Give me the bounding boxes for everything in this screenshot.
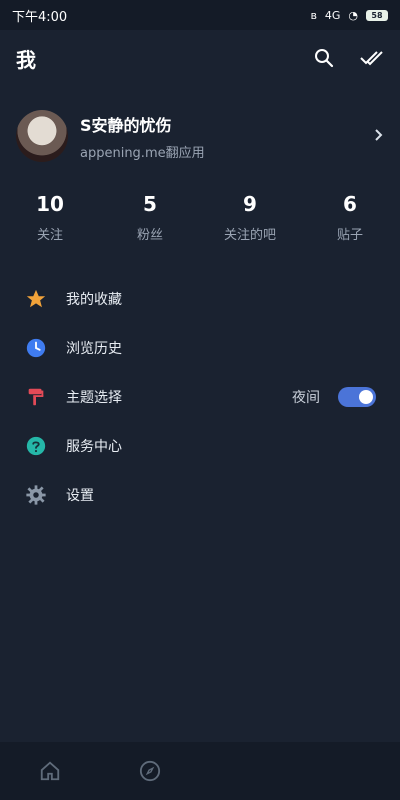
menu-label: 设置 (66, 487, 94, 504)
settings-menu: 我的收藏 浏览历史 主题选择 夜间 服务中心 设置 (0, 274, 400, 519)
stat-label: 贴子 (336, 228, 363, 243)
compass-glyph (139, 760, 161, 782)
stat-label: 粉丝 (136, 228, 163, 243)
profile-row[interactable]: S安静的忧伤 appening.me翻应用 (0, 108, 400, 164)
top-app-bar: 我 (0, 30, 400, 86)
bottom-navigation (0, 742, 400, 800)
clock-icon (24, 336, 48, 360)
clock-glyph (26, 338, 46, 357)
battery-indicator: 58 (366, 9, 388, 21)
night-mode-toggle[interactable] (338, 386, 376, 407)
home-icon[interactable] (38, 759, 62, 783)
home-glyph (40, 761, 60, 781)
stat-label: 关注 (36, 228, 63, 243)
network-label: 4G (324, 8, 341, 22)
menu-label: 浏览历史 (66, 340, 122, 357)
top-actions (312, 46, 384, 70)
profile-info: S安静的忧伤 appening.me翻应用 (80, 112, 374, 161)
stat-followers[interactable]: 5 粉丝 (105, 192, 195, 248)
nav-placeholder-1[interactable] (238, 759, 262, 783)
wifi-icon: ◔ (348, 8, 358, 22)
star-icon (24, 287, 48, 311)
search-icon[interactable] (312, 46, 336, 70)
paint-roller-icon (24, 385, 48, 409)
stats-row: 10 关注 5 粉丝 9 关注的吧 6 贴子 (0, 192, 400, 248)
gear-glyph (26, 484, 46, 505)
help-circle-icon (24, 434, 48, 458)
stat-value: 6 (343, 192, 357, 216)
toggle-knob (359, 389, 373, 404)
help-glyph (26, 436, 46, 455)
profile-subtitle: appening.me翻应用 (80, 145, 205, 161)
chevron-right-icon[interactable] (374, 127, 384, 146)
status-bar: 下午4:00 ʙ 4G ◔ 58 (0, 0, 400, 30)
menu-item-service-center[interactable]: 服务中心 (0, 421, 400, 470)
status-icons: ʙ 4G ◔ 58 (310, 9, 388, 22)
gear-icon (24, 483, 48, 507)
chevron-glyph (375, 128, 383, 141)
status-time: 下午4:00 (12, 9, 68, 25)
theme-value: 夜间 (292, 389, 320, 406)
nav-placeholder-2[interactable] (338, 759, 362, 783)
avatar[interactable] (16, 110, 68, 162)
stat-posts[interactable]: 6 贴子 (305, 192, 395, 248)
stat-value: 9 (243, 192, 257, 216)
stat-value: 5 (143, 192, 157, 216)
menu-item-theme[interactable]: 主题选择 夜间 (0, 372, 400, 421)
stat-followed-bars[interactable]: 9 关注的吧 (205, 192, 295, 248)
menu-item-settings[interactable]: 设置 (0, 470, 400, 519)
menu-label: 服务中心 (66, 438, 122, 455)
compass-icon[interactable] (138, 759, 162, 783)
paint-roller-glyph (28, 388, 44, 405)
star-glyph (26, 289, 46, 307)
menu-label: 我的收藏 (66, 291, 122, 308)
bluetooth-icon: ʙ (310, 8, 317, 22)
double-check-glyph (360, 51, 383, 66)
search-glyph (315, 49, 334, 68)
profile-name: S安静的忧伤 (80, 115, 172, 135)
double-check-icon[interactable] (360, 46, 384, 70)
page-title: 我 (16, 47, 36, 72)
stat-following[interactable]: 10 关注 (5, 192, 95, 248)
stat-value: 10 (36, 192, 64, 216)
stat-label: 关注的吧 (223, 228, 276, 243)
menu-item-favorites[interactable]: 我的收藏 (0, 274, 400, 323)
menu-item-history[interactable]: 浏览历史 (0, 323, 400, 372)
menu-label: 主题选择 (66, 389, 122, 406)
